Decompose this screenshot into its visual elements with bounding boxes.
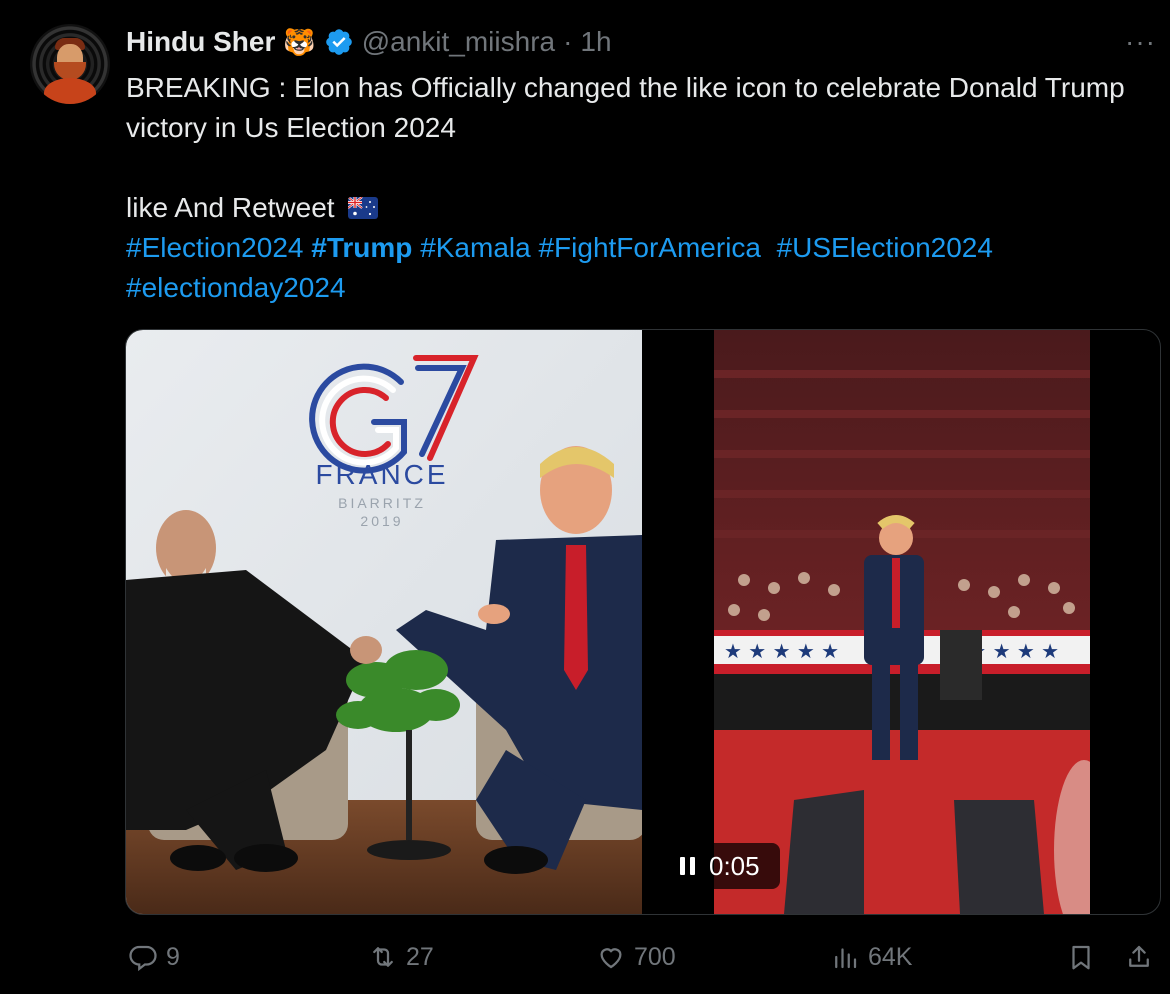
share-button[interactable] [1124,942,1154,972]
verified-badge-icon[interactable] [324,27,354,57]
hashtag-kamala[interactable]: #Kamala [420,232,531,263]
share-icon [1129,945,1149,967]
tweet-text-line2-label: like And Retweet [126,192,335,223]
views-button[interactable]: 64K [830,942,912,972]
author-avatar[interactable] [30,24,110,104]
header-separator: · [563,26,573,57]
tweet-media[interactable]: FRANCE BIARRITZ 2019 ★ ★ ★ ★ ★ ★ ★ ★ ★ ★ [125,329,1161,915]
more-options-icon[interactable]: ··· [1125,26,1156,58]
rally-video[interactable]: ★ ★ ★ ★ ★ ★ ★ ★ ★ ★ [714,330,1090,914]
hashtag-electionday2024[interactable]: #electionday2024 [126,272,346,303]
avatar-body [44,78,96,104]
author-handle[interactable]: @ankit_miishra [362,26,555,58]
retweet-icon [373,947,393,967]
hashtag-election2024[interactable]: #Election2024 [126,232,303,263]
analytics-icon [835,948,857,969]
bookmark-button[interactable] [1066,942,1096,972]
tweet-text: BREAKING : Elon has Officially changed t… [126,68,1136,308]
tweet-actions: 9 27 700 64K [0,936,1170,982]
bookmark-icon [1072,945,1090,970]
retweet-button[interactable]: 27 [368,942,434,972]
retweet-count: 27 [406,942,434,971]
g7-year-text: 2019 [360,513,403,529]
video-control[interactable]: 0:05 [668,843,780,889]
tweet-text-line1: BREAKING : Elon has Officially changed t… [126,72,1125,143]
like-button[interactable]: 700 [596,942,676,972]
hashtag-fightforamerica[interactable]: #FightForAmerica [538,232,761,263]
views-count: 64K [868,942,913,971]
tweet-text-spacer [126,148,1136,188]
svg-text:★ ★ ★ ★ ★: ★ ★ ★ ★ ★ [724,639,839,663]
reply-icon [129,945,157,972]
g7-country-text: FRANCE [315,459,448,490]
hashtag-line: #Election2024 #Trump #Kamala #FightForAm… [126,228,1136,308]
tweet-header: Hindu Sher 🐯 @ankit_miishra · 1h [126,24,612,60]
tiger-emoji: 🐯 [283,27,316,57]
g7-city-text: BIARRITZ [338,495,426,511]
australia-flag-icon [348,197,379,219]
heart-icon [600,948,622,969]
tweet-time[interactable]: 1h [580,26,611,58]
reply-button[interactable]: 9 [128,942,180,972]
hashtag-uselection2024[interactable]: #USElection2024 [777,232,993,263]
pause-icon[interactable] [680,857,695,875]
author-name[interactable]: Hindu Sher [126,26,275,58]
video-timestamp: 0:05 [709,850,760,881]
tweet-text-line2: like And Retweet [126,188,1136,228]
hashtag-trump[interactable]: #Trump [311,232,412,263]
g7-photo[interactable]: FRANCE BIARRITZ 2019 [126,330,642,914]
like-count: 700 [634,942,676,971]
reply-count: 9 [166,942,180,971]
